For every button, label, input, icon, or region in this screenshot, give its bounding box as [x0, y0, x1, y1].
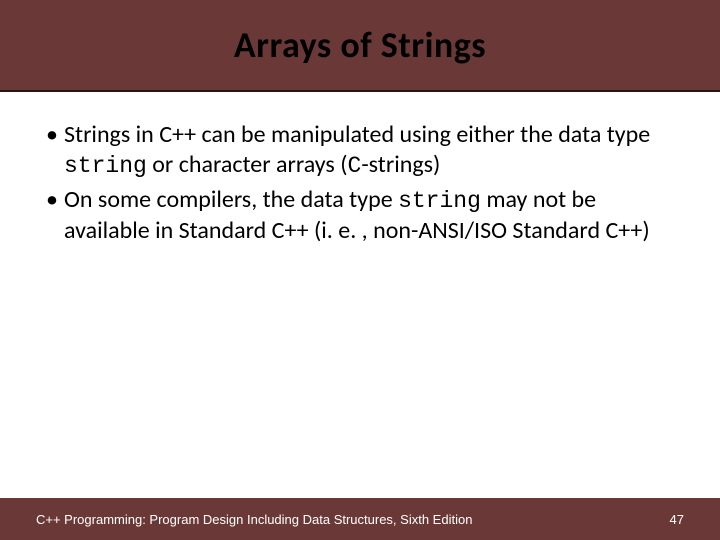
content-area: • Strings in C++ can be manipulated usin…: [0, 92, 720, 247]
slide-title: Arrays of Strings: [234, 23, 486, 67]
code-run: string: [398, 188, 481, 214]
text-run: Strings in C++ can be manipulated using …: [64, 120, 650, 149]
bullet-item: • Strings in C++ can be manipulated usin…: [40, 120, 680, 181]
footer-bar: C++ Programming: Program Design Includin…: [0, 498, 720, 540]
code-run: string: [64, 153, 147, 179]
page-number: 47: [670, 512, 684, 527]
bullet-dot: •: [40, 185, 64, 215]
code-run: C: [348, 153, 362, 179]
title-bar: Arrays of Strings: [0, 0, 720, 92]
text-run: or character arrays (: [147, 150, 348, 179]
bullet-text: Strings in C++ can be manipulated using …: [64, 120, 680, 181]
text-run: -strings): [361, 150, 440, 179]
text-run: On some compilers, the data type: [64, 185, 398, 214]
bullet-item: • On some compilers, the data type strin…: [40, 185, 680, 247]
bullet-text: On some compilers, the data type string …: [64, 185, 680, 247]
footer-text: C++ Programming: Program Design Includin…: [36, 512, 472, 527]
bullet-dot: •: [40, 120, 64, 150]
